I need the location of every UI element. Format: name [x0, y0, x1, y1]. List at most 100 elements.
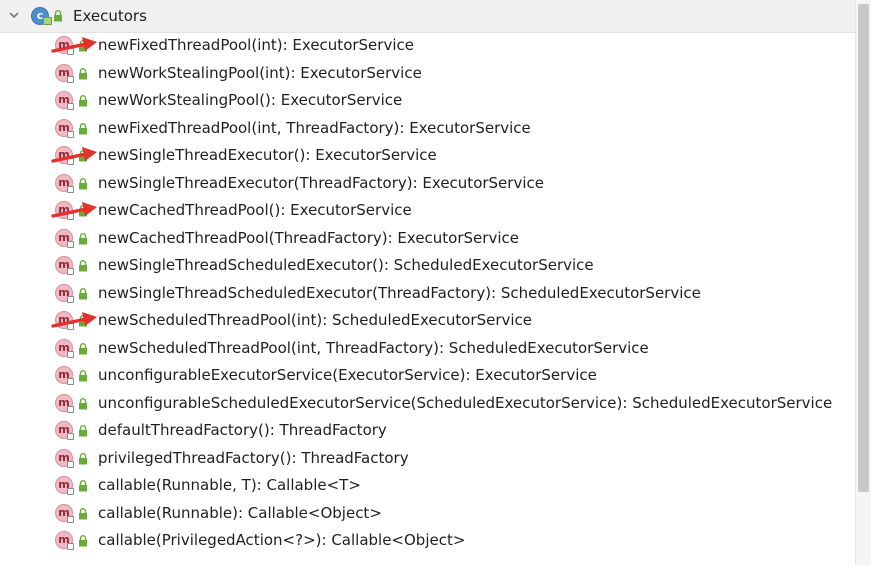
- method-signature: newCachedThreadPool(): ExecutorService: [98, 201, 412, 219]
- method-signature: newCachedThreadPool(ThreadFactory): Exec…: [98, 228, 519, 247]
- method-icon: m: [55, 118, 74, 138]
- method-signature: newFixedThreadPool(int, ThreadFactory): …: [98, 118, 531, 137]
- static-overlay-icon: [67, 295, 74, 303]
- method-signature: newWorkStealingPool(): ExecutorService: [98, 91, 403, 109]
- method-icon: m: [55, 173, 74, 193]
- method-signature: newSingleThreadScheduledExecutor(): Sche…: [98, 256, 594, 274]
- vertical-scrollbar[interactable]: [855, 0, 871, 565]
- static-overlay-icon: [67, 515, 74, 523]
- lock-icon: [79, 315, 87, 327]
- method-signature: newSingleThreadExecutor(): ExecutorServi…: [98, 146, 437, 164]
- chevron-down-icon[interactable]: [6, 7, 22, 23]
- lock-icon: [79, 95, 87, 107]
- method-signature: newSingleThreadScheduledExecutor(ThreadF…: [98, 283, 701, 302]
- lock-icon: [79, 452, 87, 464]
- lock-icon: [79, 232, 87, 244]
- static-overlay-icon: [67, 158, 74, 165]
- static-badge-icon: [43, 17, 52, 25]
- method-list: m newFixedThreadPool(int): ExecutorServic…: [0, 33, 855, 565]
- lock-icon: [79, 535, 87, 547]
- method-row[interactable]: m newCachedThreadPool(): ExecutorService: [0, 197, 855, 224]
- class-node-row[interactable]: c Executors: [0, 0, 855, 33]
- method-row[interactable]: m newWorkStealingPool(int): ExecutorServi…: [0, 60, 855, 87]
- method-signature: newSingleThreadExecutor(ThreadFactory): …: [98, 173, 544, 192]
- method-row[interactable]: m newScheduledThreadPool(int): ScheduledE…: [0, 307, 855, 334]
- method-row[interactable]: m newWorkStealingPool(): ExecutorService: [0, 87, 855, 114]
- method-row[interactable]: m callable(Runnable): Callable<Object>: [0, 500, 855, 527]
- lock-icon: [79, 480, 87, 492]
- static-overlay-icon: [67, 543, 74, 550]
- method-signature: callable(Runnable, T): Callable<T>: [98, 476, 361, 494]
- method-icon: m: [55, 283, 74, 303]
- lock-icon: [79, 122, 87, 134]
- method-signature: callable(PrivilegedAction<?>): Callable<…: [98, 531, 466, 549]
- lock-icon: [79, 287, 87, 299]
- static-overlay-icon: [67, 240, 74, 248]
- lock-icon: [79, 507, 87, 519]
- method-row[interactable]: m unconfigurableScheduledExecutorService(…: [0, 390, 855, 417]
- method-row[interactable]: m newFixedThreadPool(int): ExecutorServic…: [0, 33, 855, 59]
- static-overlay-icon: [67, 405, 74, 413]
- static-overlay-icon: [67, 213, 74, 220]
- method-icon: m: [55, 256, 74, 275]
- static-overlay-icon: [67, 323, 74, 330]
- static-overlay-icon: [67, 48, 74, 55]
- method-row[interactable]: m newSingleThreadExecutor(): ExecutorServ…: [0, 142, 855, 169]
- method-icon: m: [55, 91, 74, 110]
- method-icon: m: [55, 36, 74, 55]
- method-signature: defaultThreadFactory(): ThreadFactory: [98, 421, 387, 439]
- method-row[interactable]: m callable(Runnable, T): Callable<T>: [0, 472, 855, 499]
- method-row[interactable]: m callable(PrivilegedAction<?>): Callable…: [0, 527, 855, 554]
- method-row[interactable]: m unconfigurableExecutorService(ExecutorS…: [0, 362, 855, 389]
- structure-tree-window: c Executors m newFixedThreadPool(int): Ex…: [0, 0, 871, 565]
- method-signature: newWorkStealingPool(int): ExecutorServic…: [98, 63, 422, 82]
- method-icon: m: [55, 201, 74, 220]
- method-row[interactable]: m newScheduledThreadPool(int, ThreadFacto…: [0, 335, 855, 362]
- method-row[interactable]: m newFixedThreadPool(int, ThreadFactory):…: [0, 115, 855, 142]
- method-signature: privilegedThreadFactory(): ThreadFactory: [98, 448, 409, 467]
- method-signature: unconfigurableExecutorService(ExecutorSe…: [98, 366, 597, 384]
- lock-icon: [79, 150, 87, 162]
- method-row[interactable]: m newSingleThreadExecutor(ThreadFactory):…: [0, 170, 855, 197]
- lock-icon: [79, 67, 87, 79]
- method-icon: m: [55, 228, 74, 248]
- method-icon: m: [55, 311, 74, 330]
- lock-icon: [79, 342, 87, 354]
- method-icon: m: [55, 503, 74, 523]
- method-signature: callable(Runnable): Callable<Object>: [98, 503, 382, 522]
- lock-icon: [54, 10, 62, 22]
- method-icon: m: [55, 146, 74, 165]
- static-overlay-icon: [67, 433, 74, 440]
- method-icon: m: [55, 63, 74, 83]
- method-row[interactable]: m privilegedThreadFactory(): ThreadFactor…: [0, 445, 855, 472]
- method-icon: m: [55, 448, 74, 468]
- static-overlay-icon: [67, 130, 74, 138]
- method-icon: m: [55, 366, 74, 385]
- static-overlay-icon: [67, 350, 74, 358]
- static-overlay-icon: [67, 103, 74, 110]
- static-overlay-icon: [67, 268, 74, 275]
- method-row[interactable]: m newSingleThreadScheduledExecutor(): Sch…: [0, 252, 855, 279]
- method-icon: m: [55, 476, 74, 495]
- method-row[interactable]: m defaultThreadFactory(): ThreadFactory: [0, 417, 855, 444]
- lock-icon: [79, 425, 87, 437]
- static-overlay-icon: [67, 488, 74, 495]
- lock-icon: [79, 370, 87, 382]
- lock-icon: [79, 177, 87, 189]
- method-icon: m: [55, 393, 74, 413]
- static-overlay-icon: [67, 75, 74, 83]
- lock-icon: [79, 205, 87, 217]
- scrollbar-thumb[interactable]: [858, 4, 869, 492]
- lock-icon: [79, 260, 87, 272]
- static-overlay-icon: [67, 460, 74, 468]
- method-row[interactable]: m newSingleThreadScheduledExecutor(Thread…: [0, 280, 855, 307]
- method-icon: m: [55, 531, 74, 550]
- method-signature: newFixedThreadPool(int): ExecutorService: [98, 36, 414, 54]
- method-icon: m: [55, 338, 74, 358]
- class-title: Executors: [73, 7, 147, 25]
- lock-icon: [79, 40, 87, 52]
- method-signature: unconfigurableScheduledExecutorService(S…: [98, 393, 833, 412]
- static-overlay-icon: [67, 185, 74, 193]
- method-icon: m: [55, 421, 74, 440]
- method-row[interactable]: m newCachedThreadPool(ThreadFactory): Exe…: [0, 225, 855, 252]
